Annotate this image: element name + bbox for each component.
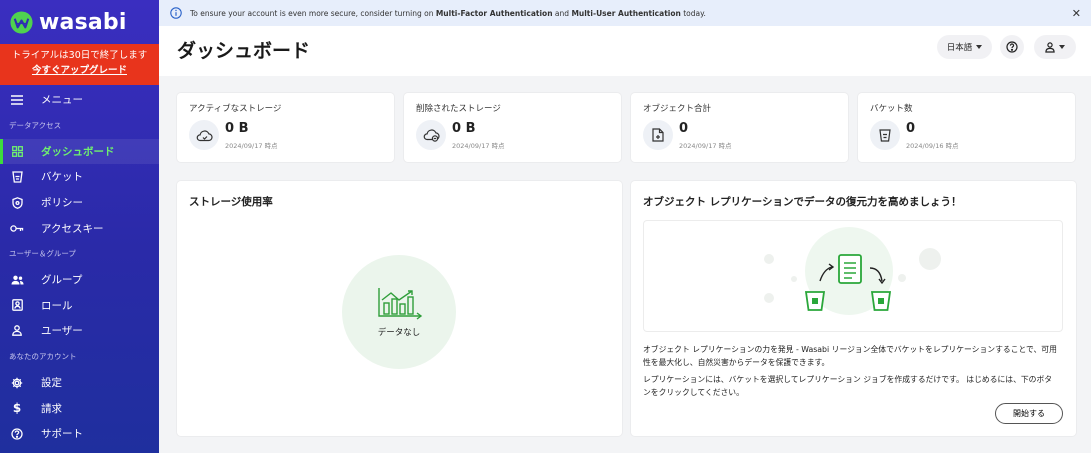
trial-text: トライアルは30日で終了します [11, 50, 148, 61]
sidebar-item-roles[interactable]: ロール [0, 293, 159, 319]
stat-card-active-storage: アクティブなストレージ 0 B 2024/09/17 時点 [177, 93, 394, 162]
menu-toggle[interactable]: メニュー [0, 87, 159, 113]
users-icon [10, 273, 24, 287]
stat-value: 0 [679, 121, 689, 136]
dollar-icon: $ [12, 401, 22, 416]
storage-usage-card: ストレージ使用率 データなし [177, 181, 622, 436]
language-label: 日本語 [946, 43, 973, 53]
help-circle-icon [10, 427, 24, 441]
replication-illustration [643, 220, 1063, 332]
brand-logo[interactable]: wasabi [0, 0, 159, 44]
security-banner: To ensure your account is even more secu… [159, 0, 1091, 26]
chevron-down-icon [976, 45, 983, 49]
close-icon[interactable]: ✕ [1072, 7, 1081, 20]
stat-date: 2024/09/17 時点 [452, 142, 505, 150]
bucket-icon [870, 120, 900, 150]
stat-card-total-objects: オブジェクト合計 0 2024/09/17 時点 [631, 93, 848, 162]
stat-label: アクティブなストレージ [189, 104, 282, 114]
mfa-link[interactable]: Multi-Factor Authentication [436, 9, 553, 18]
sidebar-item-access-keys[interactable]: アクセスキー [0, 215, 159, 241]
sidebar-item-label: ダッシュボード [41, 145, 115, 158]
sidebar-item-support[interactable]: サポート [0, 421, 159, 447]
stat-label: バケット数 [870, 104, 913, 114]
chart-growth-icon [378, 288, 423, 320]
desc-line: ンをクリックしてください。 [643, 387, 744, 397]
stat-value: 0 [906, 121, 916, 136]
stat-date: 2024/09/16 時点 [906, 142, 959, 150]
user-icon [10, 324, 24, 338]
stat-value: 0 B [225, 121, 249, 136]
sidebar-item-groups[interactable]: グループ [0, 267, 159, 293]
hamburger-icon [10, 93, 24, 107]
shield-icon [10, 196, 24, 210]
no-data-text: データなし [377, 328, 421, 338]
id-badge-icon [10, 298, 24, 312]
sidebar-item-label: バケット [41, 171, 83, 184]
card-title: ストレージ使用率 [189, 196, 273, 208]
mua-link[interactable]: Multi-User Authentication [571, 9, 680, 18]
banner-suffix: today. [683, 8, 706, 18]
no-data-placeholder: データなし [342, 255, 456, 369]
trial-banner: トライアルは30日で終了します 今すぐアップグレード [0, 44, 159, 85]
sidebar-item-settings[interactable]: 設定 [0, 370, 159, 396]
help-circle-icon [1006, 41, 1018, 53]
banner-prefix: To ensure your account is even more secu… [190, 8, 434, 18]
sidebar: wasabi トライアルは30日で終了します 今すぐアップグレード メニュー デ… [0, 0, 159, 453]
user-menu-button[interactable] [1034, 35, 1076, 59]
sidebar-item-users[interactable]: ユーザー [0, 318, 159, 344]
user-icon [1045, 41, 1055, 53]
key-icon [10, 221, 24, 235]
cloud-delete-icon [416, 120, 446, 150]
stat-card-deleted-storage: 削除されたストレージ 0 B 2024/09/17 時点 [404, 93, 621, 162]
language-selector[interactable]: 日本語 [937, 35, 992, 59]
sidebar-item-label: 請求 [41, 402, 62, 415]
section-your-account: あなたのアカウント [9, 351, 77, 361]
replication-card: オブジェクト レプリケーションでデータの復元力を高めましょう！ オブジェクト レ… [631, 181, 1076, 436]
help-button[interactable] [1000, 35, 1024, 59]
sidebar-item-dashboard[interactable]: ダッシュボード [0, 138, 159, 165]
sidebar-item-billing[interactable]: $ 請求 [0, 395, 159, 421]
stat-label: 削除されたストレージ [416, 104, 501, 114]
sidebar-item-label: ロール [41, 299, 73, 312]
replication-description-2: レプリケーションには、バケットを選択してレプリケーション ジョブを作成するだけで… [643, 374, 1063, 399]
section-data-access: データアクセス [9, 120, 62, 130]
upgrade-link[interactable]: 今すぐアップグレード [0, 63, 159, 78]
desc-line: オブジェクト レプリケーションの力を発見 - Wasabi リージョン全体でバケ… [643, 345, 1057, 354]
page-header: ダッシュボード 日本語 [159, 26, 1091, 76]
stat-card-bucket-count: バケット数 0 2024/09/16 時点 [858, 93, 1075, 162]
card-title: オブジェクト レプリケーションでデータの復元力を高めましょう！ [643, 196, 962, 208]
desc-line: 性を最大化し、自然災害からデータを保護できます。 [643, 357, 830, 367]
grid-icon [10, 144, 24, 158]
sidebar-item-label: サポート [41, 428, 83, 441]
info-icon [170, 7, 182, 19]
menu-label: メニュー [41, 94, 83, 107]
desc-line: レプリケーションには、バケットを選択してレプリケーション ジョブを作成するだけで… [643, 375, 1053, 384]
banner-and: and [554, 8, 570, 18]
bucket-icon [10, 170, 24, 184]
replication-description-1: オブジェクト レプリケーションの力を発見 - Wasabi リージョン全体でバケ… [643, 344, 1063, 369]
stat-label: オブジェクト合計 [643, 104, 712, 114]
sidebar-item-label: アクセスキー [41, 222, 104, 235]
stat-date: 2024/09/17 時点 [225, 142, 278, 150]
gear-icon [10, 376, 24, 390]
replication-illustration-graphic [764, 227, 941, 315]
sidebar-item-label: 設定 [41, 377, 62, 390]
sidebar-item-label: グループ [41, 274, 83, 287]
sidebar-item-label: ユーザー [41, 325, 83, 338]
sidebar-item-buckets[interactable]: バケット [0, 164, 159, 190]
chevron-down-icon [1059, 45, 1065, 49]
page-title: ダッシュボード [177, 40, 311, 62]
file-add-icon [643, 120, 673, 150]
stat-date: 2024/09/17 時点 [679, 142, 732, 150]
section-users-groups: ユーザー＆グループ [9, 248, 76, 258]
sidebar-item-label: ポリシー [41, 197, 83, 210]
cloud-sync-icon [189, 120, 219, 150]
stat-value: 0 B [452, 121, 476, 136]
brand-name: wasabi [39, 9, 127, 35]
wasabi-logo-icon [10, 10, 33, 34]
sidebar-item-policies[interactable]: ポリシー [0, 190, 159, 216]
start-replication-button[interactable]: 開始する [995, 403, 1063, 424]
